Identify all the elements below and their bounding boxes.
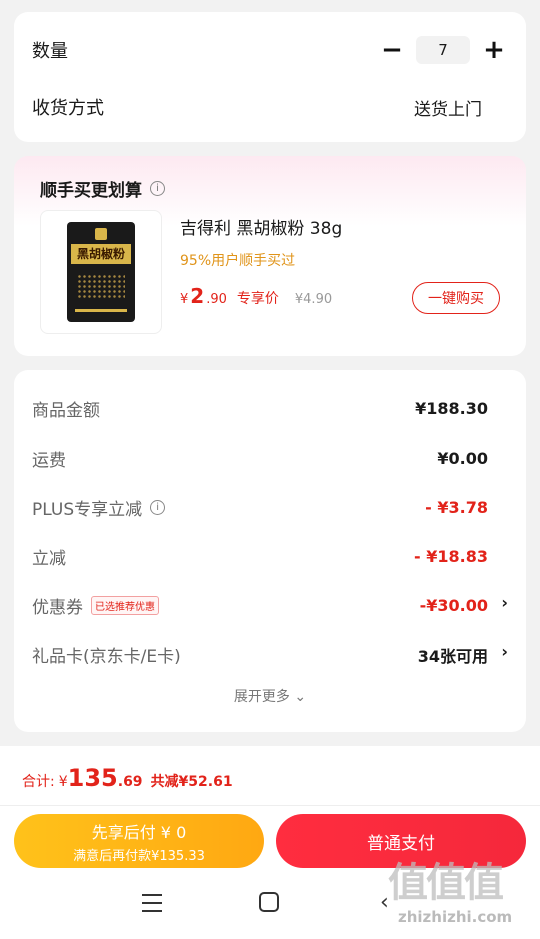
coupon-badge: 已选推荐优惠 — [91, 596, 159, 615]
one-click-buy-button[interactable]: 一键购买 — [412, 282, 500, 314]
recent-apps-icon[interactable] — [142, 894, 162, 912]
summary-value: ¥188.30 — [415, 399, 488, 418]
coupon-label: 优惠券 — [32, 598, 83, 618]
product-popularity: 95%用户顺手买过 — [180, 253, 296, 269]
price-decimal: .90 — [206, 292, 227, 307]
total-decimal: .69 — [117, 774, 143, 790]
product-price: ¥ 2 .90 专享价 ¥4.90 — [180, 284, 332, 308]
total-saved: 共减¥52.61 — [150, 774, 233, 790]
pepper-package-image: 黑胡椒粉 — [67, 222, 135, 322]
quantity-row: 数量 − 7 + — [32, 35, 508, 65]
quantity-plus-button[interactable]: + — [480, 35, 508, 65]
order-total: 合计: ¥ 135 .69 共减¥52.61 — [22, 764, 233, 792]
pay-later-button[interactable]: 先享后付 ¥ 0 满意后再付款¥135.33 — [14, 814, 264, 868]
checkout-bar: 合计: ¥ 135 .69 共减¥52.61 先享后付 ¥ 0 满意后再付款¥1… — [0, 746, 540, 939]
quantity-minus-button[interactable]: − — [378, 35, 406, 65]
pay-later-title: 先享后付 ¥ 0 — [91, 823, 187, 842]
summary-label: 商品金额 — [32, 401, 100, 421]
chevron-right-icon[interactable]: › — [501, 642, 508, 661]
quantity-stepper: − 7 + — [378, 35, 508, 65]
price-tag: 专享价 — [236, 291, 279, 307]
brand-logo-icon — [95, 228, 107, 240]
addon-title-text: 顺手买更划算 — [40, 181, 142, 201]
info-icon[interactable]: i — [150, 500, 166, 515]
quantity-value[interactable]: 7 — [416, 36, 470, 64]
price-currency: ¥ — [180, 292, 189, 307]
summary-label: PLUS专享立减 i — [32, 495, 166, 520]
watermark-url: zhizhizhi.com — [398, 908, 513, 926]
total-label: 合计: — [22, 774, 55, 790]
summary-row-discount: 立减 - ¥18.83 — [32, 544, 488, 569]
summary-value: - ¥18.83 — [414, 547, 488, 566]
summary-label: 立减 — [32, 549, 66, 569]
summary-value: - ¥3.78 — [425, 498, 488, 517]
plus-discount-label: PLUS专享立减 — [32, 500, 143, 520]
expand-more-label: 展开更多 — [233, 689, 290, 705]
total-currency: ¥ — [58, 774, 68, 790]
shipping-label: 收货方式 — [32, 98, 104, 119]
price-summary-card: 商品金额 ¥188.30 运费 ¥0.00 PLUS专享立减 i - ¥3.78… — [14, 370, 526, 732]
total-integer: 135 — [67, 764, 118, 792]
chevron-down-icon: ⌄ — [294, 689, 307, 705]
summary-row-giftcard[interactable]: 礼品卡(京东卡/E卡) 34张可用 — [32, 642, 488, 668]
shipping-row[interactable]: 收货方式 送货上门 — [32, 94, 508, 120]
price-integer: 2 — [190, 284, 205, 308]
product-thumbnail[interactable]: 黑胡椒粉 — [40, 210, 162, 334]
summary-value: 34张可用 — [417, 646, 488, 666]
addon-title: 顺手买更划算 i — [40, 176, 165, 201]
package-stripe — [75, 309, 127, 312]
summary-row-goods: 商品金额 ¥188.30 — [32, 396, 488, 421]
summary-row-coupon[interactable]: 优惠券 已选推荐优惠 -¥30.00 — [32, 593, 488, 618]
summary-label: 运费 — [32, 451, 66, 471]
original-price: ¥4.90 — [294, 292, 333, 307]
order-options-card: 数量 − 7 + 收货方式 送货上门 — [14, 12, 526, 142]
summary-label: 优惠券 已选推荐优惠 — [32, 593, 159, 618]
home-icon[interactable] — [259, 892, 279, 912]
product-name[interactable]: 吉得利 黑胡椒粉 38g — [180, 214, 342, 239]
chevron-right-icon[interactable]: › — [501, 593, 508, 612]
summary-value: -¥30.00 — [419, 596, 488, 615]
summary-row-plus: PLUS专享立减 i - ¥3.78 — [32, 495, 488, 520]
divider — [0, 805, 540, 806]
addon-card: 顺手买更划算 i 黑胡椒粉 吉得利 黑胡椒粉 38g 95%用户顺手买过 ¥ 2… — [14, 156, 526, 356]
pay-later-subtitle: 满意后再付款¥135.33 — [73, 849, 205, 864]
watermark-logo: 值值值 — [388, 859, 504, 906]
package-pattern — [77, 274, 125, 300]
summary-row-shipping: 运费 ¥0.00 — [32, 446, 488, 471]
info-icon[interactable]: i — [150, 181, 165, 196]
package-label: 黑胡椒粉 — [71, 244, 131, 264]
shipping-value: 送货上门 — [414, 99, 482, 120]
summary-label: 礼品卡(京东卡/E卡) — [32, 647, 181, 667]
summary-value: ¥0.00 — [437, 449, 488, 468]
expand-more-button[interactable]: 展开更多 ⌄ — [14, 686, 526, 706]
quantity-label: 数量 — [32, 41, 68, 62]
